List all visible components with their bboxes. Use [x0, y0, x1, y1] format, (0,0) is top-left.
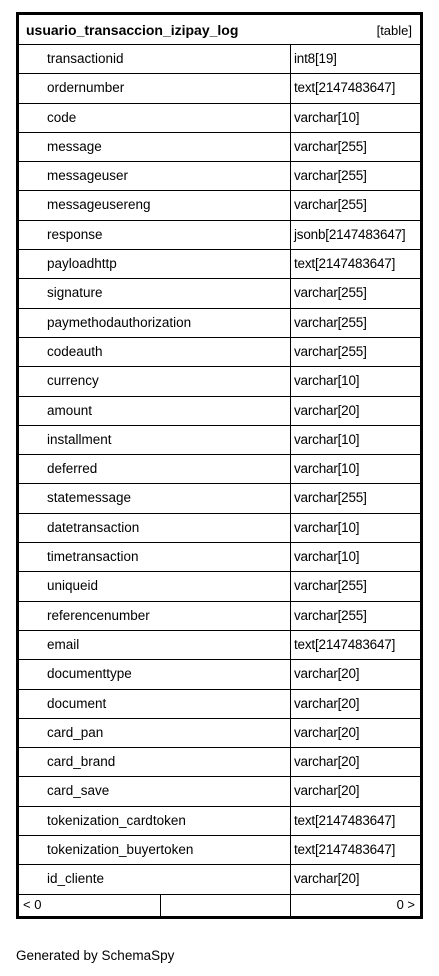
column-type: varchar[255]	[294, 138, 367, 154]
column-row[interactable]: paymethodauthorization varchar[255]	[19, 308, 420, 338]
column-name: card_brand	[19, 748, 291, 777]
column-row[interactable]: datetransaction varchar[10]	[19, 513, 420, 544]
column-name: ordernumber	[19, 74, 291, 103]
column-name: codeauth	[19, 337, 291, 367]
parent-count: < 0	[19, 895, 161, 916]
child-count: 0 >	[396, 897, 415, 912]
column-name: timetransaction	[19, 543, 291, 572]
column-type: varchar[10]	[294, 549, 360, 565]
column-name: response	[19, 220, 291, 250]
column-name: id_cliente	[19, 865, 291, 894]
column-name: deferred	[19, 455, 291, 484]
table-name[interactable]: usuario_transaccion_izipay_log	[26, 22, 238, 38]
column-row[interactable]: installment varchar[10]	[19, 425, 420, 456]
column-row[interactable]: codeauth varchar[255]	[19, 337, 420, 368]
column-type: varchar[10]	[294, 373, 360, 389]
column-name: messageusereng	[19, 191, 291, 220]
column-row[interactable]: email text[2147483647]	[19, 630, 420, 661]
column-type: varchar[20]	[294, 666, 360, 682]
column-row[interactable]: ordernumber text[2147483647]	[19, 74, 420, 104]
column-name: currency	[19, 367, 291, 396]
column-type: text[2147483647]	[294, 256, 396, 272]
column-name: message	[19, 132, 291, 162]
column-row[interactable]: card_pan varchar[20]	[19, 718, 420, 749]
column-type: text[2147483647]	[294, 842, 396, 858]
column-name: transactionid	[19, 45, 291, 74]
column-row[interactable]: referencenumber varchar[255]	[19, 601, 420, 631]
column-type: varchar[20]	[294, 724, 360, 740]
generated-by-note: Generated by SchemaSpy	[16, 948, 175, 963]
column-type: int8[19]	[294, 51, 337, 66]
column-row[interactable]: transactionid int8[19]	[19, 45, 420, 75]
column-type: varchar[20]	[294, 871, 360, 887]
column-type: varchar[10]	[294, 109, 360, 125]
column-name: card_save	[19, 777, 291, 806]
column-row[interactable]: timetransaction varchar[10]	[19, 543, 420, 573]
column-name: email	[19, 630, 291, 660]
column-name: statemessage	[19, 484, 291, 513]
column-type: varchar[255]	[294, 607, 367, 623]
column-type: varchar[255]	[294, 578, 367, 594]
column-type: varchar[20]	[294, 695, 360, 711]
column-type: varchar[10]	[294, 519, 360, 535]
column-name: payloadhttp	[19, 250, 291, 279]
column-row[interactable]: documenttype varchar[20]	[19, 660, 420, 690]
column-type: text[2147483647]	[294, 812, 396, 828]
column-type: text[2147483647]	[294, 80, 396, 96]
column-row[interactable]: response jsonb[2147483647]	[19, 220, 420, 251]
column-row[interactable]: statemessage varchar[255]	[19, 484, 420, 514]
column-name: code	[19, 103, 291, 132]
column-row[interactable]: tokenization_buyertoken text[2147483647]	[19, 836, 420, 866]
column-name: amount	[19, 396, 291, 425]
column-row[interactable]: message varchar[255]	[19, 132, 420, 163]
column-type: varchar[255]	[294, 285, 367, 301]
column-row[interactable]: uniqueid varchar[255]	[19, 572, 420, 602]
column-name: tokenization_buyertoken	[19, 836, 291, 865]
column-type: varchar[20]	[294, 783, 360, 799]
column-type: varchar[255]	[294, 490, 367, 506]
column-row[interactable]: messageuser varchar[255]	[19, 162, 420, 192]
column-name: tokenization_cardtoken	[19, 806, 291, 836]
column-list: transactionid int8[19] ordernumber text[214…	[19, 45, 420, 895]
column-row[interactable]: card_brand varchar[20]	[19, 748, 420, 778]
column-row[interactable]: amount varchar[20]	[19, 396, 420, 426]
column-row[interactable]: card_save varchar[20]	[19, 777, 420, 807]
column-row[interactable]: payloadhttp text[2147483647]	[19, 250, 420, 280]
column-row[interactable]: code varchar[10]	[19, 103, 420, 133]
column-row[interactable]: signature varchar[255]	[19, 279, 420, 309]
column-type: varchar[20]	[294, 402, 360, 418]
column-name: datetransaction	[19, 513, 291, 543]
column-row[interactable]: id_cliente varchar[20]	[19, 865, 420, 895]
column-type: varchar[20]	[294, 754, 360, 770]
column-name: installment	[19, 425, 291, 455]
column-type: varchar[10]	[294, 431, 360, 447]
column-type: jsonb[2147483647]	[294, 226, 406, 242]
footer-spacer	[161, 895, 291, 916]
column-row[interactable]: tokenization_cardtoken text[2147483647]	[19, 806, 420, 837]
column-type: varchar[10]	[294, 461, 360, 477]
column-row[interactable]: messageusereng varchar[255]	[19, 191, 420, 221]
column-row[interactable]: document varchar[20]	[19, 689, 420, 719]
column-name: messageuser	[19, 162, 291, 191]
column-type: text[2147483647]	[294, 636, 396, 652]
column-type: varchar[255]	[294, 168, 367, 184]
table-kind-label: [table]	[376, 23, 412, 38]
column-name: referencenumber	[19, 601, 291, 630]
column-row[interactable]: deferred varchar[10]	[19, 455, 420, 485]
table-entity: usuario_transaccion_izipay_log [table] t…	[16, 12, 423, 919]
relationship-footer: < 0 0 >	[19, 895, 420, 916]
column-name: paymethodauthorization	[19, 308, 291, 337]
column-name: documenttype	[19, 660, 291, 689]
column-type: varchar[255]	[294, 197, 367, 213]
column-name: document	[19, 689, 291, 718]
column-type: varchar[255]	[294, 343, 367, 359]
column-type: varchar[255]	[294, 314, 367, 330]
column-name: uniqueid	[19, 572, 291, 601]
column-name: signature	[19, 279, 291, 308]
column-name: card_pan	[19, 718, 291, 748]
column-row[interactable]: currency varchar[10]	[19, 367, 420, 397]
table-header: usuario_transaccion_izipay_log [table]	[19, 15, 420, 45]
